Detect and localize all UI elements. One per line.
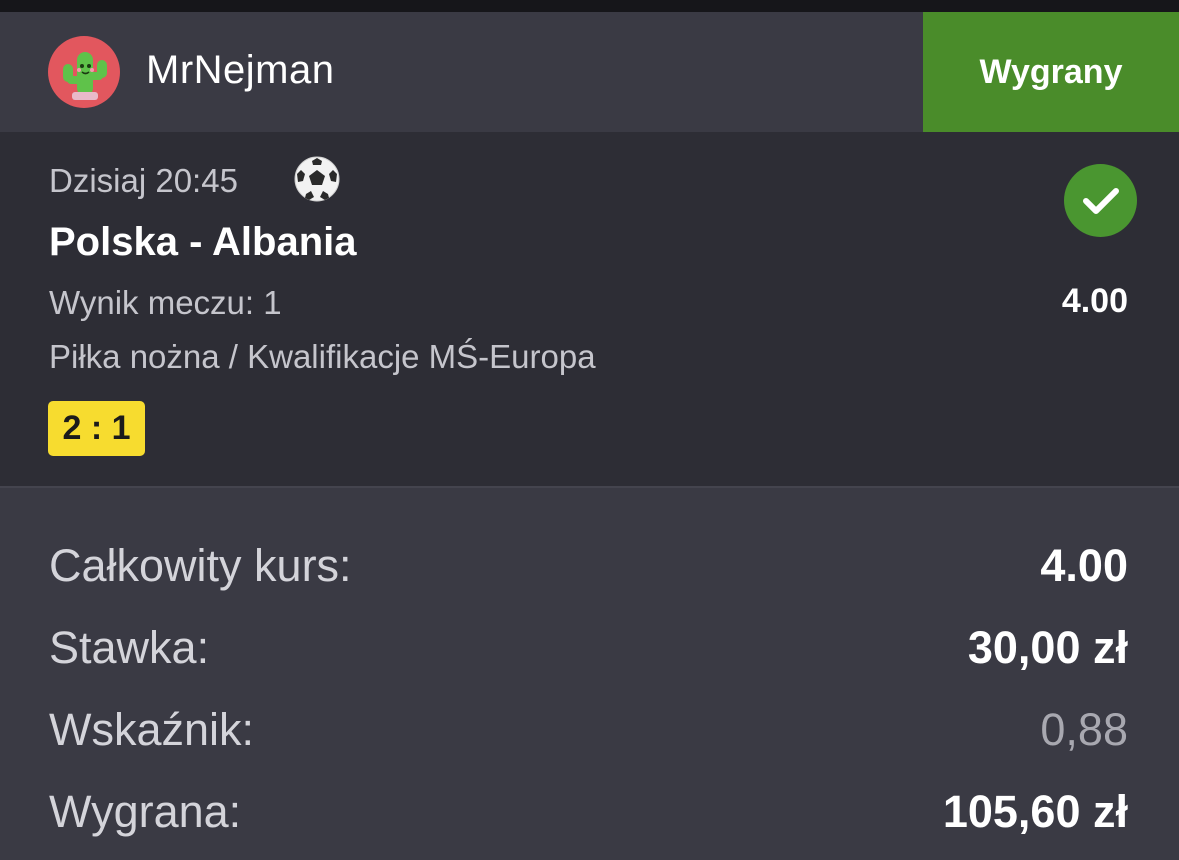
match-title[interactable]: Polska - Albania (49, 220, 357, 265)
summary-row-win: Wygrana: 105,60 zł (0, 786, 1179, 856)
status-won-badge[interactable]: Wygrany (923, 12, 1179, 132)
cactus-avatar-icon[interactable] (48, 36, 120, 108)
divider (0, 486, 1179, 488)
match-datetime: Dzisiaj 20:45 (49, 162, 238, 199)
soccer-ball-icon (292, 154, 342, 204)
bet-header: MrNejman Wygrany (0, 12, 1179, 132)
win-value: 105,60 zł (942, 786, 1128, 837)
bet-market: Wynik meczu: 1 (49, 284, 282, 321)
stake-label: Stawka: (49, 622, 210, 673)
summary-row-stake: Stawka: 30,00 zł (0, 622, 1179, 692)
summary-row-indicator: Wskaźnik: 0,88 (0, 704, 1179, 774)
check-circle-icon (1064, 164, 1137, 237)
bet-selection-card: Dzisiaj 20:45 Polska - Albania Wynik mec… (0, 132, 1179, 486)
selection-odds: 4.00 (1061, 282, 1128, 320)
indicator-value: 0,88 (1040, 704, 1128, 755)
total-odds-value: 4.00 (1040, 540, 1128, 591)
summary-row-total-odds: Całkowity kurs: 4.00 (0, 540, 1179, 610)
stake-value: 30,00 zł (967, 622, 1128, 673)
status-bar-strip (0, 0, 1179, 12)
league-info: Piłka nożna / Kwalifikacje MŚ-Europa (49, 338, 596, 375)
win-label: Wygrana: (49, 786, 242, 837)
total-odds-label: Całkowity kurs: (49, 540, 352, 591)
username[interactable]: MrNejman (146, 48, 334, 93)
indicator-label: Wskaźnik: (49, 704, 255, 755)
score-badge: 2 : 1 (48, 401, 145, 456)
